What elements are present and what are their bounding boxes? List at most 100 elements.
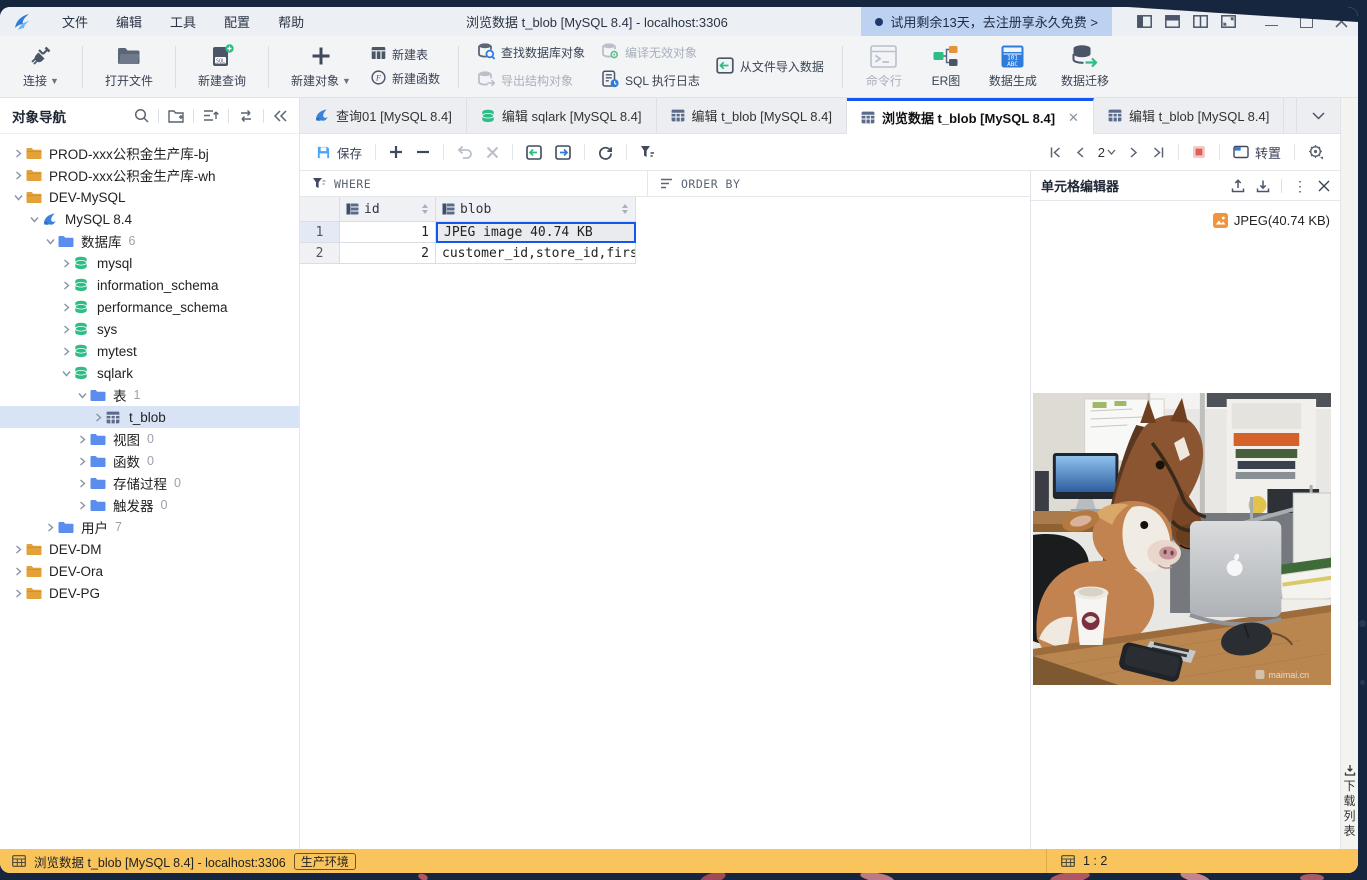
tree-item-存储过程[interactable]: 存储过程0 [0,472,299,494]
chevron-right-icon[interactable] [58,281,74,290]
cell-id[interactable]: 2 [340,243,436,264]
tab-close-icon[interactable]: ✕ [1068,110,1079,126]
tree-item-performance_schema[interactable]: performance_schema [0,296,299,318]
tree-item-用户[interactable]: 用户7 [0,516,299,538]
delete-row-icon[interactable] [416,145,430,159]
toggle-fullscreen-icon[interactable] [1221,15,1236,28]
new-folder-icon[interactable] [168,109,184,123]
toolbar-import-button[interactable]: 从文件导入数据 [716,57,824,77]
sync-connections-icon[interactable] [238,109,254,123]
chevron-right-icon[interactable] [74,435,90,444]
undo-icon[interactable] [457,145,473,159]
refresh-icon[interactable] [598,145,613,160]
trial-banner[interactable]: 试用剩余13天，去注册享永久免费 > [861,7,1112,36]
chevron-right-icon[interactable] [10,171,26,180]
search-icon[interactable] [134,108,149,123]
tree-item-mytest[interactable]: mytest [0,340,299,362]
chevron-right-icon[interactable] [58,259,74,268]
selected-cell[interactable]: JPEG image 40.74 KB [436,222,636,243]
tree-item-数据库[interactable]: 数据库6 [0,230,299,252]
cell-blob[interactable]: customer_id,store_id,firs… [436,243,636,264]
add-row-icon[interactable] [389,145,403,159]
where-filter[interactable]: WHERE [300,171,648,196]
toolbar-tbl-button[interactable]: 新建表 [371,46,440,63]
tab-1[interactable]: 编辑 sqlark [MySQL 8.4] [467,98,657,133]
tab-0[interactable]: 查询01 [MySQL 8.4] [300,98,467,133]
sort-toggle-icon[interactable] [621,203,629,215]
chevron-right-icon[interactable] [10,589,26,598]
chevron-right-icon[interactable] [90,413,106,422]
tree-item-DEV-MySQL[interactable]: DEV-MySQL [0,186,299,208]
column-header-id[interactable]: id [340,197,436,222]
chevron-right-icon[interactable] [10,545,26,554]
chevron-right-icon[interactable] [74,479,90,488]
tree-item-MySQL 8.4[interactable]: MySQL 8.4 [0,208,299,230]
filter-icon[interactable] [640,145,655,159]
row-number[interactable]: 2 [300,243,340,264]
toggle-bottom-panel-icon[interactable] [1165,15,1180,28]
minimize-button[interactable] [1265,18,1278,26]
tree-item-DEV-DM[interactable]: DEV-DM [0,538,299,560]
menu-item-1[interactable]: 编辑 [102,12,156,31]
chevron-right-icon[interactable] [74,457,90,466]
tree-item-mysql[interactable]: mysql [0,252,299,274]
toolbar-dbsearch-button[interactable]: 查找数据库对象 [477,42,585,63]
menu-item-3[interactable]: 配置 [210,12,264,31]
toolbar-mig-button[interactable]: 数据迁移 [1049,44,1121,89]
chevron-right-icon[interactable] [58,325,74,334]
chevron-down-icon[interactable] [58,369,74,378]
collapse-sidebar-icon[interactable] [273,110,287,122]
row-number[interactable]: 1 [300,222,340,243]
tree-item-sys[interactable]: sys [0,318,299,340]
tree-item-PROD-xxx公积金生产库-wh[interactable]: PROD-xxx公积金生产库-wh [0,164,299,186]
chevron-right-icon[interactable] [58,303,74,312]
stop-icon[interactable] [1192,145,1206,159]
tree-item-t_blob[interactable]: t_blob [0,406,299,428]
download-icon[interactable] [1256,179,1270,193]
tree-item-PROD-xxx公积金生产库-bj[interactable]: PROD-xxx公积金生产库-bj [0,142,299,164]
tree-item-sqlark[interactable]: sqlark [0,362,299,384]
chevron-down-icon[interactable] [26,215,42,224]
cell-id[interactable]: 1 [340,222,436,243]
export-data-icon[interactable] [555,145,571,160]
toolbar-plus-button[interactable]: 新建对象▼ [279,44,363,89]
toolbar-sqllog-button[interactable]: SQL 执行日志 [601,70,700,91]
chevron-right-icon[interactable] [42,523,58,532]
menu-item-0[interactable]: 文件 [48,12,102,31]
chevron-right-icon[interactable] [58,347,74,356]
save-button[interactable]: 保存 [316,143,362,162]
sort-toggle-icon[interactable] [421,203,429,215]
chevron-right-icon[interactable] [10,567,26,576]
chevron-down-icon[interactable] [10,193,26,202]
close-button[interactable] [1335,15,1348,28]
toolbar-sqlnew-button[interactable]: SQL新建查询 [186,44,258,89]
toolbar-folder-button[interactable]: 打开文件 [93,44,165,89]
more-options-icon[interactable]: ⋮ [1293,179,1307,193]
toolbar-er-button[interactable]: ER图 [915,44,977,89]
import-data-icon[interactable] [526,145,542,160]
toolbar-fn-button[interactable]: F新建函数 [371,70,440,88]
tree-item-DEV-PG[interactable]: DEV-PG [0,582,299,604]
tab-2[interactable]: 编辑 t_blob [MySQL 8.4] [657,98,847,133]
toolbar-gen-button[interactable]: 101ABC数据生成 [977,44,1049,89]
cancel-edit-icon[interactable] [486,146,499,159]
close-panel-icon[interactable] [1318,180,1330,192]
chevron-down-icon[interactable] [42,237,58,246]
page-number[interactable]: 2 [1098,145,1116,160]
column-header-blob[interactable]: blob [436,197,636,222]
menu-item-4[interactable]: 帮助 [264,12,318,31]
order-by-filter[interactable]: ORDER BY [648,171,1030,196]
upload-icon[interactable] [1231,179,1245,193]
tree-item-函数[interactable]: 函数0 [0,450,299,472]
tree-item-表[interactable]: 表1 [0,384,299,406]
chevron-right-icon[interactable] [74,501,90,510]
first-page-icon[interactable] [1049,146,1062,159]
next-page-icon[interactable] [1129,146,1139,159]
sort-icon[interactable] [203,109,219,122]
tab-3[interactable]: 浏览数据 t_blob [MySQL 8.4]✕ [847,98,1094,134]
tree-item-information_schema[interactable]: information_schema [0,274,299,296]
transpose-button[interactable]: 转置 [1233,143,1281,162]
tab-overflow-button[interactable] [1296,98,1340,133]
toggle-left-panel-icon[interactable] [1137,15,1152,28]
prev-page-icon[interactable] [1075,146,1085,159]
